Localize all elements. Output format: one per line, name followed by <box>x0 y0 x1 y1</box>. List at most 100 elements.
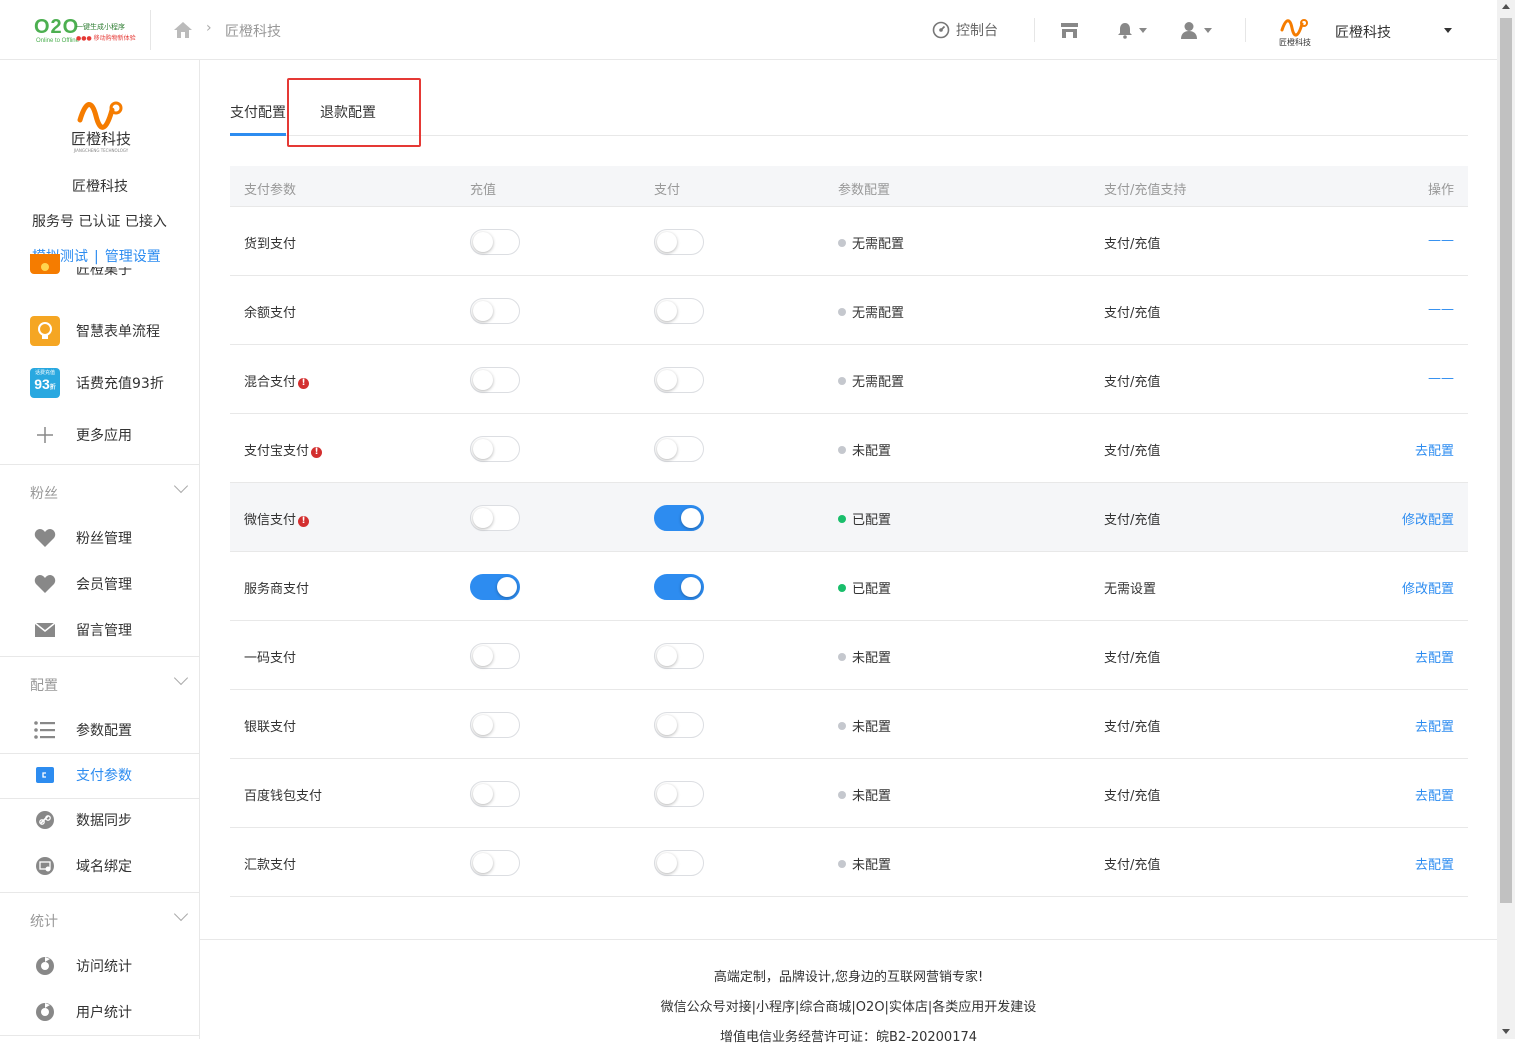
support-type: 支付/充值 <box>1104 444 1161 459</box>
recharge-toggle[interactable] <box>470 574 520 600</box>
chevron-down-icon[interactable] <box>1444 28 1452 33</box>
recharge-toggle[interactable] <box>470 229 520 255</box>
pay-toggle[interactable] <box>654 643 704 669</box>
warning-icon[interactable]: ! <box>298 516 310 527</box>
sidebar-item-fans-management[interactable]: 粉丝管理 <box>0 515 199 561</box>
sidebar-item-label: 匠橙集子 <box>76 267 132 278</box>
home-icon[interactable] <box>172 19 194 41</box>
operation-link[interactable]: 去配置 <box>1415 716 1454 735</box>
operation-link[interactable]: 去配置 <box>1415 440 1454 459</box>
toggle-knob <box>473 232 493 252</box>
pay-toggle[interactable] <box>654 229 704 255</box>
support-type: 支付/充值 <box>1104 306 1161 321</box>
support-type: 支付/充值 <box>1104 789 1161 804</box>
operation-link[interactable]: 修改配置 <box>1402 509 1454 528</box>
config-status: 已配置 <box>838 578 891 597</box>
table-row: 一码支付 未配置 支付/充值 去配置 <box>230 621 1468 690</box>
tab-payment-config[interactable]: 支付配置 <box>230 102 286 122</box>
breadcrumb-current[interactable]: 匠橙科技 <box>225 21 281 41</box>
config-status-text: 未配置 <box>852 858 892 873</box>
sidebar-item-data-sync[interactable]: 数据同步 <box>0 797 199 843</box>
console-label: 控制台 <box>956 23 998 39</box>
sidebar-item-param-config[interactable]: 参数配置 <box>0 707 199 753</box>
sidebar-item-label: 智慧表单流程 <box>76 324 160 340</box>
app-icon <box>30 254 60 274</box>
section-config-header[interactable]: 配置 <box>0 656 199 706</box>
recharge-toggle[interactable] <box>470 505 520 531</box>
annotation-highlight-box <box>287 78 421 147</box>
list-icon <box>30 715 60 745</box>
table-row: 银联支付 未配置 支付/充值 去配置 <box>230 690 1468 759</box>
recharge-93-icon: 话费充值 93折 <box>30 368 60 398</box>
config-status-text: 无需配置 <box>852 237 905 252</box>
sidebar-item-member-management[interactable]: 会员管理 <box>0 561 199 607</box>
config-status-text: 无需配置 <box>852 306 905 321</box>
pay-toggle[interactable] <box>654 367 704 393</box>
scroll-up-arrow[interactable] <box>1502 4 1510 9</box>
recharge-toggle[interactable] <box>470 850 520 876</box>
support-type: 支付/充值 <box>1104 858 1161 873</box>
section-fans-header[interactable]: 粉丝 <box>0 464 199 514</box>
recharge-toggle[interactable] <box>470 643 520 669</box>
divider <box>0 1035 199 1036</box>
pay-toggle[interactable] <box>654 298 704 324</box>
scroll-down-arrow[interactable] <box>1502 1029 1510 1034</box>
sidebar-item-message-management[interactable]: 留言管理 <box>0 607 199 653</box>
recharge-toggle[interactable] <box>470 298 520 324</box>
pay-toggle[interactable] <box>654 781 704 807</box>
sidebar-item-more-apps[interactable]: 更多应用 <box>0 412 199 458</box>
toggle-knob <box>473 853 493 873</box>
sidebar-item-payment-params[interactable]: 支付参数 <box>0 752 199 798</box>
operation-link[interactable]: 修改配置 <box>1402 578 1454 597</box>
sidebar-item-label: 留言管理 <box>76 623 132 639</box>
account-name[interactable]: 匠橙科技 <box>1335 22 1391 42</box>
recharge-toggle[interactable] <box>470 367 520 393</box>
sidebar-item-phone-recharge[interactable]: 话费充值 93折 话费充值93折 <box>0 360 199 406</box>
payment-name: 一码支付 <box>244 647 296 666</box>
pay-toggle[interactable] <box>654 505 704 531</box>
pay-toggle[interactable] <box>654 712 704 738</box>
recharge-toggle[interactable] <box>470 712 520 738</box>
operation-link: —— <box>1428 371 1454 386</box>
payment-name-text: 汇款支付 <box>244 858 297 873</box>
user-icon <box>1181 22 1197 39</box>
sidebar-item-domain-binding[interactable]: 域名绑定 <box>0 843 199 889</box>
footer-line: 增值电信业务经营许可证：皖B2-20200174 <box>719 1030 978 1045</box>
support-type: 支付/充值 <box>1104 513 1161 528</box>
support-type: 支付/充值 <box>1104 651 1161 666</box>
sidebar-item-smart-form[interactable]: 智慧表单流程 <box>0 308 199 354</box>
status-dot <box>838 308 846 316</box>
payment-name-text: 货到支付 <box>244 237 297 252</box>
sidebar-item-jiangcheng-app[interactable]: 匠橙集子 <box>0 254 199 300</box>
section-stats-header[interactable]: 统计 <box>0 892 199 942</box>
brand-logo-text: 匠橙科技 <box>1279 37 1311 47</box>
sidebar-item-user-stats[interactable]: 用户统计 <box>0 989 199 1035</box>
pay-toggle[interactable] <box>654 574 704 600</box>
config-status-text: 已配置 <box>852 582 892 597</box>
scrollbar-thumb[interactable] <box>1500 18 1512 903</box>
pay-toggle[interactable] <box>654 436 704 462</box>
operation-link[interactable]: 去配置 <box>1415 647 1454 666</box>
domain-icon <box>30 851 60 881</box>
payment-name-text: 一码支付 <box>244 651 297 666</box>
console-link[interactable]: 控制台 <box>932 20 998 40</box>
store-button[interactable] <box>1060 20 1079 40</box>
o2o-logo[interactable]: O2O Online to Offline 一键生成小程序 ●●● 移动购物新体… <box>34 16 136 46</box>
operation-link[interactable]: 去配置 <box>1415 854 1454 873</box>
user-dropdown[interactable] <box>1180 20 1212 40</box>
plus-icon <box>30 420 60 450</box>
pay-toggle[interactable] <box>654 850 704 876</box>
operation-link[interactable]: 去配置 <box>1415 785 1454 804</box>
page-scrollbar[interactable] <box>1497 0 1515 1039</box>
mail-icon <box>30 615 60 645</box>
recharge-toggle[interactable] <box>470 436 520 462</box>
sidebar-item-visit-stats[interactable]: 访问统计 <box>0 943 199 989</box>
sidebar-item-label: 用户统计 <box>76 1005 132 1021</box>
notification-dropdown[interactable] <box>1117 20 1147 40</box>
top-bar: O2O Online to Offline 一键生成小程序 ●●● 移动购物新体… <box>0 0 1497 60</box>
payment-name: 混合支付! <box>244 371 310 390</box>
section-title: 配置 <box>30 678 58 694</box>
warning-icon[interactable]: ! <box>298 378 310 389</box>
recharge-toggle[interactable] <box>470 781 520 807</box>
warning-icon[interactable]: ! <box>311 447 323 458</box>
